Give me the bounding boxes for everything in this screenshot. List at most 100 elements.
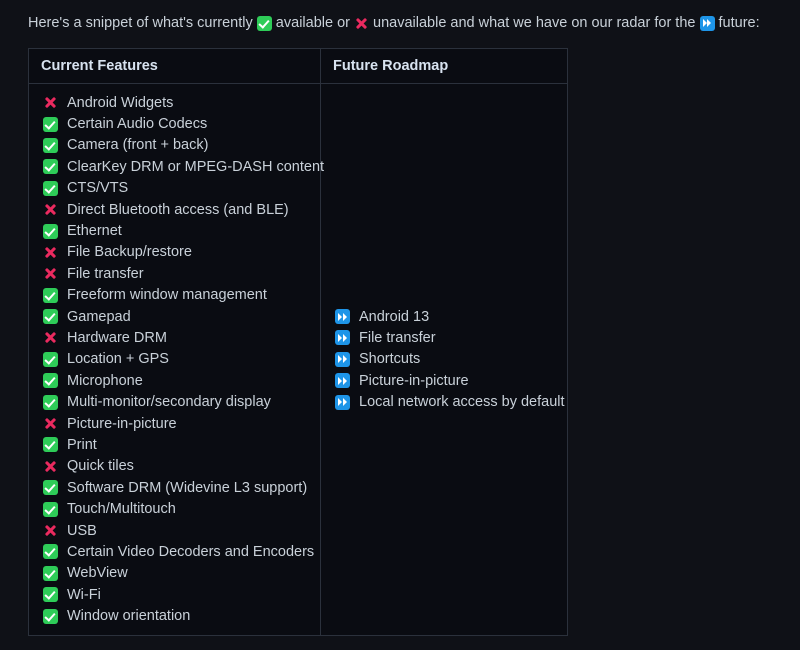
page-root: Here's a snippet of what's currently ava… (0, 0, 800, 650)
feature-label: Location + GPS (67, 351, 169, 368)
feature-row: File transfer (321, 327, 567, 348)
cross-mark-icon (43, 459, 58, 474)
feature-label: Print (67, 436, 97, 453)
feature-row: Picture-in-picture (321, 370, 567, 391)
feature-label: Picture-in-picture (359, 372, 469, 389)
feature-row: Gamepad (29, 306, 320, 327)
feature-row: Shortcuts (321, 349, 567, 370)
feature-row: Print (29, 434, 320, 455)
white-check-mark-icon (43, 373, 58, 389)
feature-label: CTS/VTS (67, 180, 129, 197)
white-check-mark-icon (43, 287, 58, 303)
intro-text-part-2: available or (271, 15, 354, 31)
feature-row: Quick tiles (29, 456, 320, 477)
white-check-mark-icon (43, 180, 58, 196)
feature-row: Location + GPS (29, 349, 320, 370)
feature-label: Microphone (67, 372, 143, 389)
table-header-row: Current Features Future Roadmap (29, 49, 567, 84)
white-check-mark-icon (43, 608, 58, 624)
feature-row: ClearKey DRM or MPEG-DASH content (29, 156, 324, 177)
white-check-mark-icon (43, 480, 58, 496)
current-features-cell: Android Widgets Certain Audio Codecs Camer… (29, 84, 324, 635)
feature-row: Microphone (29, 370, 320, 391)
feature-label: Certain Audio Codecs (67, 116, 208, 133)
cross-mark-icon (43, 95, 58, 110)
feature-label: File transfer (67, 265, 144, 282)
intro-text-part-3: unavailable and what we have on our rada… (369, 15, 700, 31)
white-check-mark-icon (43, 351, 58, 367)
feature-label: Software DRM (Widevine L3 support) (67, 479, 308, 496)
feature-label: ClearKey DRM or MPEG-DASH content (67, 158, 325, 175)
feature-row: Multi-monitor/secondary display (29, 391, 320, 412)
feature-label: Gamepad (67, 308, 131, 325)
cross-mark-icon (43, 330, 58, 345)
feature-row: File Backup/restore (29, 242, 320, 263)
white-check-mark-icon (43, 544, 58, 560)
feature-label: Camera (front + back) (67, 137, 209, 154)
cross-mark-icon (43, 202, 58, 217)
feature-row: Window orientation (29, 605, 320, 626)
fast-forward-icon (335, 330, 350, 346)
feature-row: Wi-Fi (29, 584, 320, 605)
feature-label: Shortcuts (359, 351, 421, 368)
feature-label: Touch/Multitouch (67, 501, 176, 518)
feature-row: USB (29, 520, 320, 541)
feature-label: Window orientation (67, 608, 191, 625)
feature-label: Quick tiles (67, 458, 134, 475)
feature-label: Wi-Fi (67, 586, 101, 603)
feature-row: Hardware DRM (29, 327, 320, 348)
fast-forward-icon (699, 15, 715, 31)
feature-label: Freeform window management (67, 287, 267, 304)
feature-row: Freeform window management (29, 285, 320, 306)
white-check-mark-icon (43, 587, 58, 603)
fast-forward-icon (335, 309, 350, 325)
cross-mark-icon (43, 416, 58, 431)
feature-label: File transfer (359, 329, 436, 346)
column-header-future-roadmap: Future Roadmap (333, 58, 449, 74)
feature-label: Local network access by default (359, 394, 565, 411)
intro-text-part-4: future: (714, 15, 760, 31)
feature-label: Ethernet (67, 223, 122, 240)
feature-label: Hardware DRM (67, 329, 167, 346)
cross-mark-icon (43, 245, 58, 260)
feature-row: Picture-in-picture (29, 413, 320, 434)
feature-label: Direct Bluetooth access (and BLE) (67, 201, 289, 218)
feature-table: Current Features Future Roadmap Android … (28, 48, 568, 636)
future-roadmap-cell: Android 13 File transfer Shortcuts Picture-… (321, 84, 567, 635)
intro-paragraph: Here's a snippet of what's currently ava… (28, 12, 760, 34)
column-header-current-features: Current Features (29, 49, 321, 83)
feature-row: Certain Video Decoders and Encoders (29, 541, 320, 562)
white-check-mark-icon (43, 394, 58, 410)
feature-row: Camera (front + back) (29, 135, 320, 156)
fast-forward-icon (335, 373, 350, 389)
fast-forward-icon (335, 351, 350, 367)
feature-label: File Backup/restore (67, 244, 192, 261)
feature-row: Software DRM (Widevine L3 support) (29, 477, 320, 498)
white-check-mark-icon (43, 137, 58, 153)
feature-label: WebView (67, 565, 128, 582)
white-check-mark-icon (256, 15, 272, 31)
feature-label: Picture-in-picture (67, 415, 177, 432)
feature-row: File transfer (29, 263, 320, 284)
white-check-mark-icon (43, 565, 58, 581)
feature-row: Touch/Multitouch (29, 498, 320, 519)
feature-row: Local network access by default (321, 391, 567, 412)
table-body: Android Widgets Certain Audio Codecs Camer… (29, 84, 567, 635)
feature-label: Multi-monitor/secondary display (67, 394, 271, 411)
fast-forward-icon (335, 394, 350, 410)
feature-row: CTS/VTS (29, 178, 320, 199)
feature-label: USB (67, 522, 97, 539)
white-check-mark-icon (43, 116, 58, 132)
white-check-mark-icon (43, 309, 58, 325)
feature-row: Ethernet (29, 220, 320, 241)
feature-row: WebView (29, 563, 320, 584)
feature-label: Android Widgets (67, 94, 174, 111)
white-check-mark-icon (43, 159, 58, 175)
cross-mark-icon (354, 16, 369, 31)
feature-row: Certain Audio Codecs (29, 113, 320, 134)
white-check-mark-icon (43, 501, 58, 517)
cross-mark-icon (43, 523, 58, 538)
intro-text-part-1: Here's a snippet of what's currently (28, 15, 257, 31)
feature-row: Android 13 (321, 306, 567, 327)
feature-row: Android Widgets (29, 92, 320, 113)
